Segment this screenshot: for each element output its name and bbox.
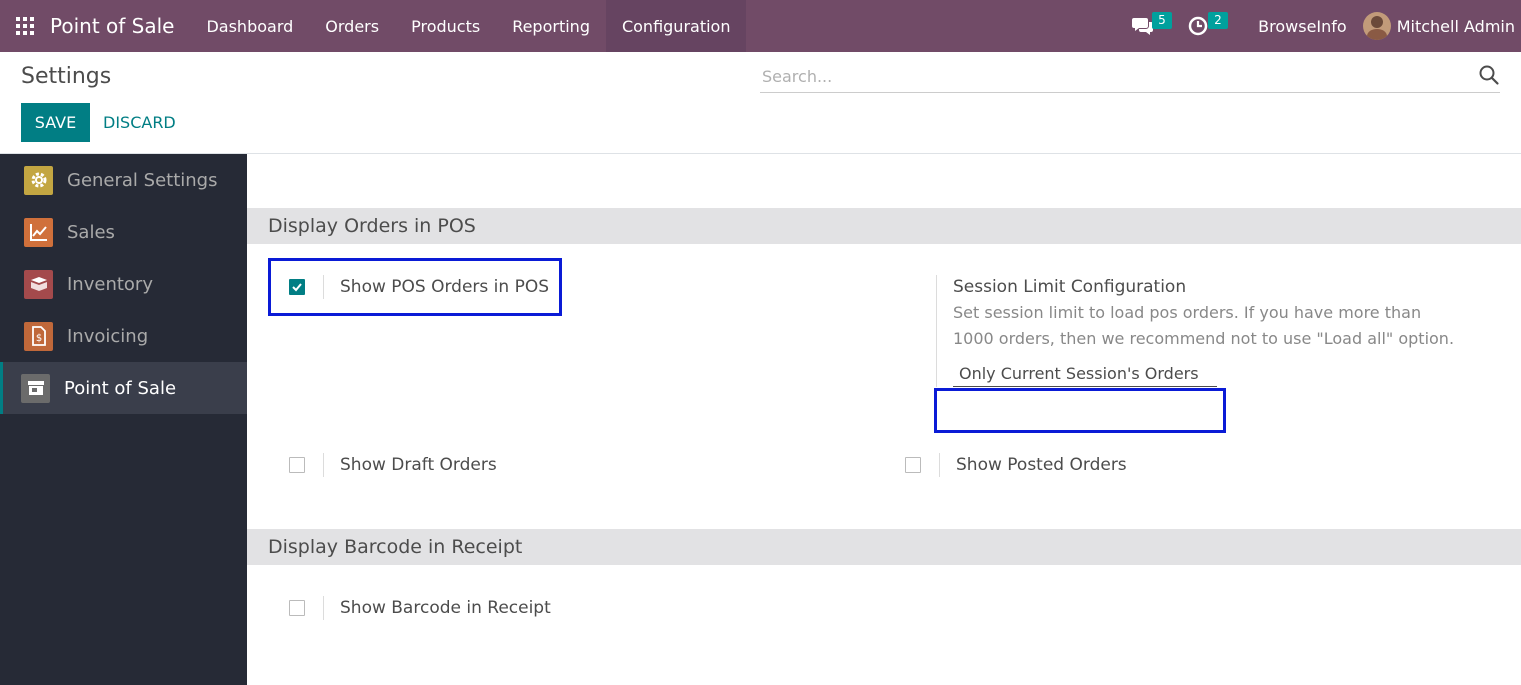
session-limit-label: Session Limit Configuration	[953, 277, 1187, 297]
sidebar-item-label: Sales	[67, 221, 115, 243]
sidebar-item-invoicing[interactable]: $ Invoicing	[0, 310, 247, 362]
activities-button[interactable]: 2	[1178, 0, 1228, 52]
setting-session-limit: Session Limit Configuration Set session …	[936, 275, 1463, 387]
show-barcode-checkbox[interactable]	[288, 600, 305, 616]
messages-badge: 5	[1152, 12, 1172, 29]
menu-dashboard[interactable]: Dashboard	[190, 0, 309, 52]
messages-button[interactable]: 5	[1122, 0, 1172, 52]
activities-badge: 2	[1208, 12, 1228, 29]
user-name: Mitchell Admin	[1396, 16, 1515, 36]
save-button[interactable]: SAVE	[21, 103, 90, 142]
session-limit-select[interactable]: Only Current Session's Orders	[953, 363, 1217, 387]
search-icon[interactable]	[1478, 64, 1500, 86]
gear-icon	[24, 165, 53, 195]
setting-show-draft-orders: Show Draft Orders	[270, 453, 497, 477]
user-menu[interactable]: Mitchell Admin	[1362, 0, 1521, 52]
show-posted-orders-checkbox[interactable]	[904, 457, 921, 473]
setting-show-posted-orders: Show Posted Orders	[886, 453, 1127, 477]
company-switcher[interactable]: BrowseInfo	[1218, 0, 1363, 52]
avatar	[1362, 12, 1391, 40]
search-bar	[760, 60, 1500, 93]
section-title-display-orders: Display Orders in POS	[247, 208, 1521, 244]
session-limit-description: Set session limit to load pos orders. If…	[953, 303, 1455, 348]
checkmark-icon	[291, 283, 302, 292]
discard-button[interactable]: DISCARD	[103, 103, 176, 142]
apps-menu-icon[interactable]	[0, 0, 50, 52]
show-pos-orders-label[interactable]: Show POS Orders in POS	[340, 275, 549, 299]
page-title: Settings	[21, 64, 112, 89]
sidebar-item-point-of-sale[interactable]: Point of Sale	[0, 362, 247, 414]
main-menu: Dashboard Orders Products Reporting Conf…	[190, 0, 747, 52]
setting-show-barcode: Show Barcode in Receipt	[270, 596, 551, 620]
box-icon	[24, 269, 53, 299]
invoice-icon: $	[24, 321, 53, 351]
menu-configuration[interactable]: Configuration	[605, 0, 747, 52]
show-draft-orders-checkbox[interactable]	[288, 457, 305, 473]
menu-orders[interactable]: Orders	[309, 0, 395, 52]
clock-icon	[1188, 16, 1208, 36]
store-icon	[21, 373, 50, 403]
svg-text:$: $	[35, 333, 41, 344]
settings-content: Display Orders in POS Show POS Orders in…	[247, 154, 1521, 685]
sidebar-item-inventory[interactable]: Inventory	[0, 258, 247, 310]
control-panel: Settings SAVE DISCARD	[0, 52, 1521, 154]
sidebar-item-general-settings[interactable]: General Settings	[0, 154, 247, 206]
section-title-display-barcode: Display Barcode in Receipt	[247, 529, 1521, 565]
sidebar-item-label: Point of Sale	[64, 377, 177, 399]
menu-reporting[interactable]: Reporting	[496, 0, 606, 52]
show-draft-orders-label[interactable]: Show Draft Orders	[340, 453, 497, 477]
sidebar-item-sales[interactable]: Sales	[0, 206, 247, 258]
highlight-box	[934, 388, 1226, 433]
search-input[interactable]	[762, 64, 1462, 88]
chart-icon	[24, 217, 53, 247]
top-navbar: Point of Sale Dashboard Orders Products …	[0, 0, 1521, 52]
sidebar-item-label: Invoicing	[67, 325, 149, 347]
chat-icon	[1132, 18, 1154, 35]
show-posted-orders-label[interactable]: Show Posted Orders	[956, 453, 1127, 477]
sidebar-item-label: Inventory	[67, 273, 153, 295]
settings-sidebar: General Settings Sales Inventory $ Invoi…	[0, 154, 247, 685]
show-barcode-label[interactable]: Show Barcode in Receipt	[340, 596, 551, 620]
show-pos-orders-checkbox[interactable]	[288, 279, 305, 295]
systray: 5 2 BrowseInfo Mitchell Admin	[1122, 0, 1521, 52]
setting-show-pos-orders: Show POS Orders in POS	[270, 275, 549, 299]
menu-products[interactable]: Products	[395, 0, 496, 52]
app-brand[interactable]: Point of Sale	[50, 14, 174, 38]
sidebar-item-label: General Settings	[67, 169, 218, 191]
